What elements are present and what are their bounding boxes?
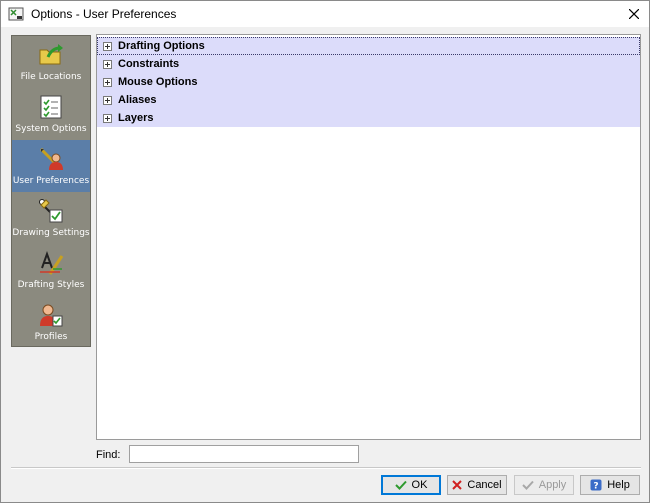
- sidebar-item-label: User Preferences: [12, 176, 90, 186]
- title-bar: Options - User Preferences: [1, 1, 649, 27]
- category-sidebar: File Locations System Options User Prefe…: [11, 35, 91, 347]
- sidebar-item-label: Drafting Styles: [17, 280, 85, 290]
- tree-item-label: Mouse Options: [118, 76, 198, 88]
- check-icon: [522, 480, 534, 490]
- sidebar-item-drawing-settings[interactable]: Drawing Settings: [12, 192, 90, 244]
- apply-button-label: Apply: [538, 479, 567, 491]
- sidebar-item-drafting-styles[interactable]: Drafting Styles: [12, 244, 90, 296]
- window-title: Options - User Preferences: [31, 7, 177, 21]
- sidebar-item-label: File Locations: [20, 72, 82, 82]
- tree-item-aliases[interactable]: Aliases: [97, 91, 640, 109]
- sidebar-item-user-preferences[interactable]: User Preferences: [12, 140, 90, 192]
- tree-item-mouse-options[interactable]: Mouse Options: [97, 73, 640, 91]
- help-button-label: Help: [607, 479, 630, 491]
- drafting-styles-icon: [40, 251, 64, 275]
- cancel-button[interactable]: Cancel: [447, 475, 507, 495]
- divider: [11, 467, 641, 469]
- sidebar-item-label: System Options: [15, 124, 87, 134]
- help-button[interactable]: ? Help: [580, 475, 640, 495]
- tree-item-label: Constraints: [118, 58, 180, 70]
- find-label: Find:: [96, 449, 121, 461]
- sidebar-item-system-options[interactable]: System Options: [12, 88, 90, 140]
- user-pencil-icon: [39, 147, 63, 170]
- options-app-icon: [8, 6, 24, 22]
- sidebar-item-profiles[interactable]: Profiles: [12, 296, 90, 348]
- x-icon: [452, 480, 463, 490]
- tree-item-layers[interactable]: Layers: [97, 109, 640, 127]
- expand-icon[interactable]: [103, 41, 112, 51]
- tree-item-label: Layers: [118, 112, 154, 124]
- expand-icon[interactable]: [103, 59, 112, 69]
- options-dialog: Options - User Preferences File Location…: [0, 0, 650, 503]
- cancel-button-label: Cancel: [467, 479, 502, 491]
- help-icon: ?: [590, 479, 602, 491]
- close-icon: [629, 9, 639, 19]
- tree-item-drafting-options[interactable]: Drafting Options: [97, 37, 640, 55]
- sidebar-item-label: Profiles: [34, 332, 68, 342]
- profile-icon: [40, 304, 63, 327]
- expand-icon[interactable]: [103, 77, 112, 87]
- sidebar-item-label: Drawing Settings: [12, 228, 90, 238]
- sidebar-item-file-locations[interactable]: File Locations: [12, 36, 90, 88]
- ok-button-label: OK: [411, 479, 428, 491]
- checklist-icon: [40, 95, 62, 119]
- folder-arrow-icon: [39, 44, 63, 65]
- ok-button[interactable]: OK: [381, 475, 441, 495]
- check-icon: [394, 480, 407, 490]
- find-input[interactable]: [129, 445, 359, 463]
- svg-text:?: ?: [594, 482, 599, 492]
- expand-icon[interactable]: [103, 95, 112, 105]
- close-button[interactable]: [619, 1, 649, 27]
- apply-button[interactable]: Apply: [514, 475, 574, 495]
- tree-item-label: Aliases: [118, 94, 157, 106]
- expand-icon[interactable]: [103, 113, 112, 123]
- tree-item-constraints[interactable]: Constraints: [97, 55, 640, 73]
- preferences-tree[interactable]: Drafting Options Constraints Mouse Optio…: [96, 34, 641, 440]
- drawing-settings-icon: [39, 199, 63, 223]
- tree-item-label: Drafting Options: [118, 40, 205, 52]
